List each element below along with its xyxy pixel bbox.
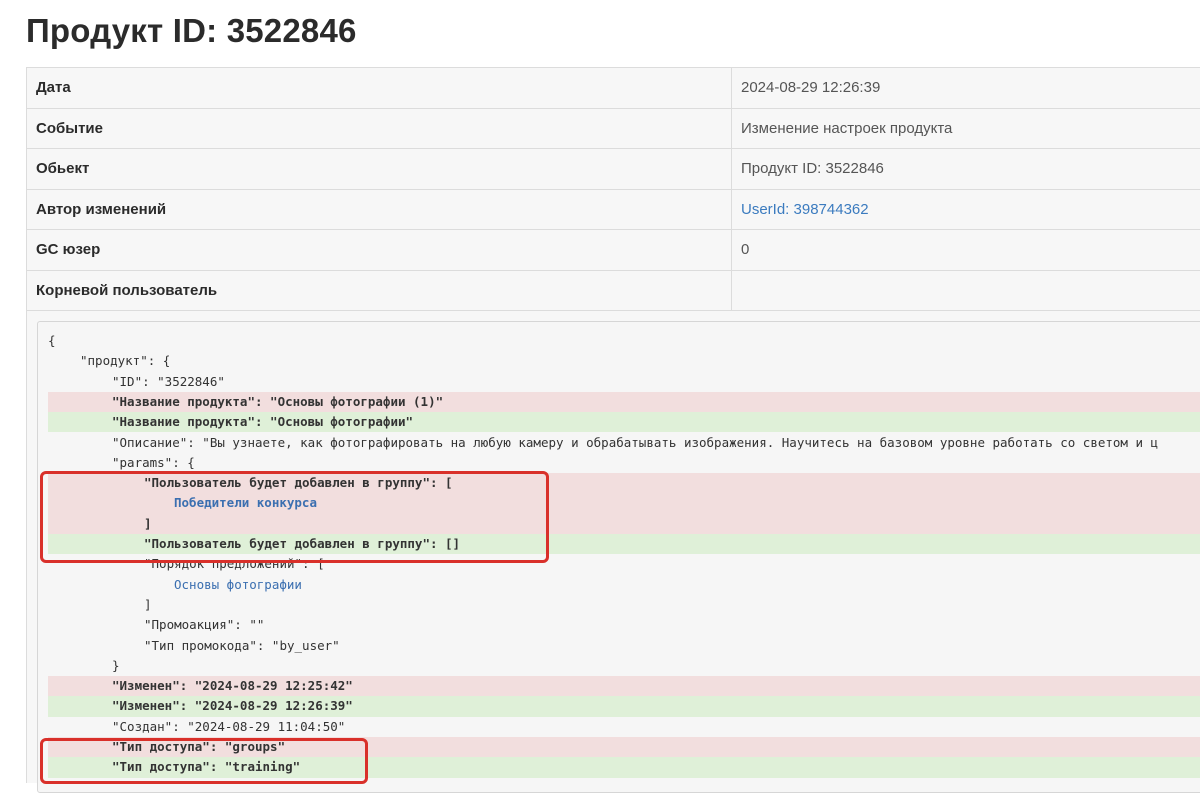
diff-line: "Создан": "2024-08-29 11:04:50" — [48, 717, 1200, 737]
row-label-object: Обьект — [27, 149, 732, 190]
table-row: Дата 2024-08-29 12:26:39 — [27, 68, 1200, 109]
diff-line: } — [48, 656, 1200, 676]
author-user-link[interactable]: UserId: 398744362 — [741, 201, 869, 218]
json-diff-block: { "продукт": { "ID": "3522846" "Название… — [37, 321, 1200, 793]
diff-line: Основы фотографии — [48, 575, 1200, 595]
row-label-date: Дата — [27, 68, 732, 109]
table-row: Корневой пользователь — [27, 270, 1200, 311]
row-value-author: UserId: 398744362 — [732, 189, 1200, 230]
diff-line-added: "Тип доступа": "training" — [48, 757, 1200, 777]
diff-line: { — [48, 331, 1200, 351]
diff-line-added: "Название продукта": "Основы фотографии" — [48, 412, 1200, 432]
table-row: Обьект Продукт ID: 3522846 — [27, 149, 1200, 190]
table-row: Событие Изменение настроек продукта — [27, 108, 1200, 149]
diff-line: ] — [48, 595, 1200, 615]
diff-line-added: "Изменен": "2024-08-29 12:26:39" — [48, 696, 1200, 716]
diff-line-removed: ] — [48, 514, 1200, 534]
row-label-gc-user: GC юзер — [27, 230, 732, 271]
row-value-root-user — [732, 270, 1200, 311]
diff-line-removed: "Изменен": "2024-08-29 12:25:42" — [48, 676, 1200, 696]
diff-line-removed: "Название продукта": "Основы фотографии … — [48, 392, 1200, 412]
diff-line: "Описание": "Вы узнаете, как фотографиро… — [48, 433, 1200, 453]
diff-line-added: "Пользователь будет добавлен в группу": … — [48, 534, 1200, 554]
row-label-author: Автор изменений — [27, 189, 732, 230]
diff-line: "ID": "3522846" — [48, 372, 1200, 392]
table-row: Автор изменений UserId: 398744362 — [27, 189, 1200, 230]
diff-line: "Тип промокода": "by_user" — [48, 636, 1200, 656]
row-value-gc-user: 0 — [732, 230, 1200, 271]
diff-line-removed: Победители конкурса — [48, 493, 1200, 513]
diff-line-removed: "Тип доступа": "groups" — [48, 737, 1200, 757]
table-row: GC юзер 0 — [27, 230, 1200, 271]
row-label-root-user: Корневой пользователь — [27, 270, 732, 311]
diff-line: "Порядок предложений": [ — [48, 554, 1200, 574]
diff-line-removed: "Пользователь будет добавлен в группу": … — [48, 473, 1200, 493]
event-info-table: Дата 2024-08-29 12:26:39 Событие Изменен… — [26, 67, 1200, 311]
row-value-object: Продукт ID: 3522846 — [732, 149, 1200, 190]
diff-container: { "продукт": { "ID": "3522846" "Название… — [26, 311, 1200, 783]
diff-line: "Промоакция": "" — [48, 615, 1200, 635]
page-title: Продукт ID: 3522846 — [26, 12, 357, 50]
diff-line: "params": { — [48, 453, 1200, 473]
diff-line: "продукт": { — [48, 351, 1200, 371]
row-label-event: Событие — [27, 108, 732, 149]
row-value-date: 2024-08-29 12:26:39 — [732, 68, 1200, 109]
row-value-event: Изменение настроек продукта — [732, 108, 1200, 149]
